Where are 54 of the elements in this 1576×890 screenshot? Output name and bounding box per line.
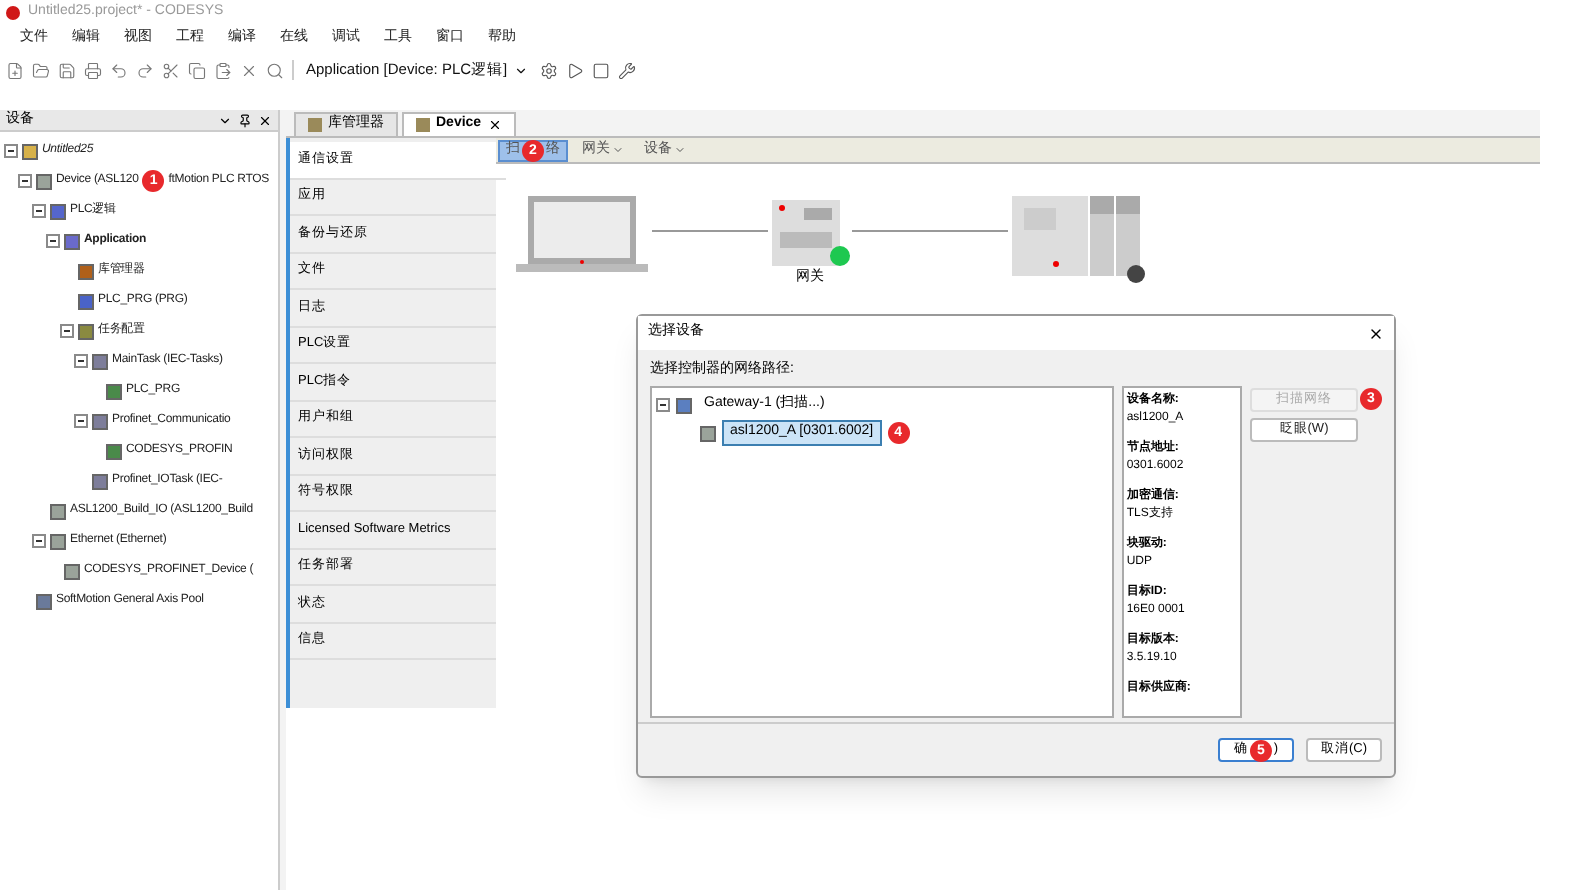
tree-node-icon — [700, 425, 716, 441]
collapse-icon[interactable] — [32, 204, 46, 218]
printer-icon[interactable] — [84, 61, 102, 79]
tab-icon — [308, 118, 322, 132]
tree-node-icon — [78, 263, 94, 279]
tree-node-icon — [92, 473, 108, 489]
search-icon[interactable] — [266, 61, 284, 79]
collapse-icon[interactable] — [46, 234, 60, 248]
collapse-icon[interactable] — [32, 534, 46, 548]
collapse-icon[interactable] — [656, 398, 670, 412]
laptop-icon — [512, 192, 652, 276]
app-logo-icon — [6, 5, 20, 19]
collapse-icon[interactable] — [18, 174, 32, 188]
gear-icon[interactable] — [539, 61, 558, 79]
stop-icon[interactable] — [591, 61, 610, 79]
tree-node-icon — [106, 383, 122, 399]
copy-icon[interactable] — [188, 61, 206, 79]
wrench-icon[interactable] — [617, 61, 636, 79]
save-icon[interactable] — [58, 61, 76, 79]
collapse-icon[interactable] — [60, 324, 74, 338]
collapse-icon[interactable] — [74, 354, 88, 368]
dropdown-icon — [513, 63, 528, 77]
folder-icon[interactable] — [32, 61, 50, 79]
collapse-icon[interactable] — [4, 144, 18, 158]
tree-node-icon — [50, 533, 66, 549]
collapse-icon[interactable] — [74, 414, 88, 428]
new-file-icon[interactable] — [6, 61, 24, 79]
dropdown-icon[interactable] — [218, 113, 232, 127]
tree-node-icon — [36, 593, 52, 609]
dropdown-icon — [674, 144, 686, 156]
tree-node-icon — [676, 397, 692, 413]
tree-node-icon — [50, 203, 66, 219]
undo-icon[interactable] — [110, 61, 128, 79]
tree-node-icon — [22, 143, 38, 159]
close-icon[interactable] — [1368, 325, 1384, 341]
play-icon[interactable] — [565, 61, 584, 79]
tree-node-icon — [92, 413, 108, 429]
close-icon[interactable] — [487, 118, 502, 132]
tree-node-icon — [106, 443, 122, 459]
tab-icon — [416, 118, 430, 132]
tree-node-icon — [78, 293, 94, 309]
tree-node-icon — [92, 353, 108, 369]
tree-node-icon — [36, 173, 52, 189]
tree-node-icon — [78, 323, 94, 339]
close-icon[interactable] — [258, 113, 272, 127]
scissors-icon[interactable] — [162, 61, 180, 79]
dropdown-icon — [612, 144, 624, 156]
pin-icon[interactable] — [238, 113, 252, 127]
redo-icon[interactable] — [136, 61, 154, 79]
delete-icon[interactable] — [240, 61, 258, 79]
tree-node-icon — [64, 563, 80, 579]
tree-node-icon — [50, 503, 66, 519]
clipboard-icon[interactable] — [214, 61, 232, 79]
tree-node-icon — [64, 233, 80, 249]
